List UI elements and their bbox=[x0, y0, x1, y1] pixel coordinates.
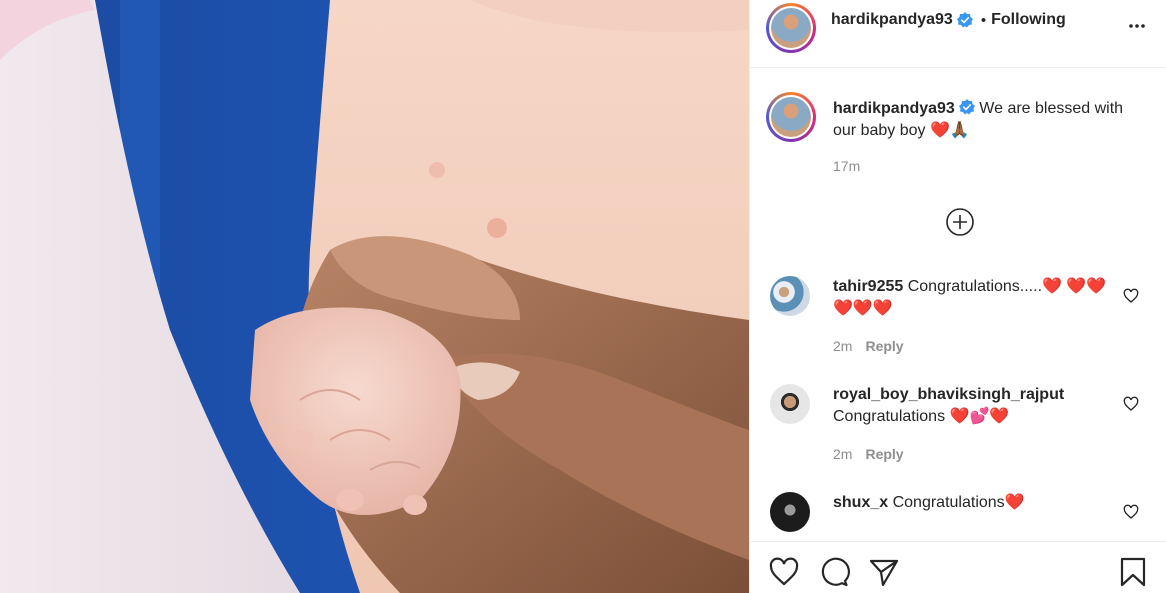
paper-plane-icon[interactable] bbox=[868, 556, 900, 588]
reply-button[interactable]: Reply bbox=[865, 338, 903, 354]
comment-bubble-icon[interactable] bbox=[818, 556, 850, 588]
verified-badge-icon bbox=[956, 12, 973, 28]
heart-outline-icon[interactable] bbox=[1123, 504, 1139, 520]
load-more-comments-button[interactable] bbox=[945, 207, 975, 237]
comment-meta: 2m Reply bbox=[833, 338, 904, 354]
heart-outline-icon[interactable] bbox=[768, 556, 800, 588]
comment-meta: 2m Reply bbox=[833, 446, 904, 462]
bookmark-icon[interactable] bbox=[1117, 556, 1149, 588]
more-options-icon[interactable] bbox=[1125, 14, 1149, 38]
comment-avatar[interactable] bbox=[770, 492, 810, 532]
caption-author-avatar[interactable] bbox=[766, 92, 816, 142]
add-circle-icon bbox=[946, 208, 974, 236]
comment-time[interactable]: 2m bbox=[833, 446, 852, 462]
caption-text-block: hardikpandya93 We are blessed with our b… bbox=[833, 98, 1133, 142]
post-action-bar bbox=[750, 541, 1166, 593]
comment-body: royal_boy_bhaviksingh_rajput Congratulat… bbox=[833, 384, 1123, 428]
author-avatar[interactable] bbox=[766, 3, 816, 53]
reply-button[interactable]: Reply bbox=[865, 446, 903, 462]
separator-dot: • bbox=[980, 11, 987, 29]
comment-username[interactable]: royal_boy_bhaviksingh_rajput bbox=[833, 386, 1064, 403]
header-username[interactable]: hardikpandya93 bbox=[831, 11, 953, 29]
comment-username[interactable]: shux_x bbox=[833, 494, 888, 511]
comment-body: shux_x Congratulations❤️ bbox=[833, 492, 1123, 514]
heart-outline-icon[interactable] bbox=[1123, 288, 1139, 304]
comment-text: Congratulations ❤️💕❤️ bbox=[833, 408, 1010, 425]
comment-avatar[interactable] bbox=[770, 276, 810, 316]
heart-outline-icon[interactable] bbox=[1123, 396, 1139, 412]
comment-username[interactable]: tahir9255 bbox=[833, 278, 903, 295]
header-user-line: hardikpandya93 • Following bbox=[831, 11, 1066, 29]
post-photo[interactable] bbox=[0, 0, 749, 593]
comment-time[interactable]: 2m bbox=[833, 338, 852, 354]
comment-avatar[interactable] bbox=[770, 384, 810, 424]
baby-hand-photo bbox=[0, 0, 749, 593]
comment-body: tahir9255 Congratulations.....❤️ ❤️❤️❤️❤… bbox=[833, 276, 1123, 320]
caption-username[interactable]: hardikpandya93 bbox=[833, 100, 955, 117]
caption-time[interactable]: 17m bbox=[833, 158, 860, 174]
verified-badge-icon bbox=[958, 99, 975, 115]
comment-text: Congratulations❤️ bbox=[892, 494, 1025, 511]
post-side-panel: hardikpandya93 • Following hardikpandya9… bbox=[749, 0, 1166, 593]
following-button[interactable]: Following bbox=[991, 11, 1066, 29]
post-header: hardikpandya93 • Following bbox=[750, 0, 1166, 68]
